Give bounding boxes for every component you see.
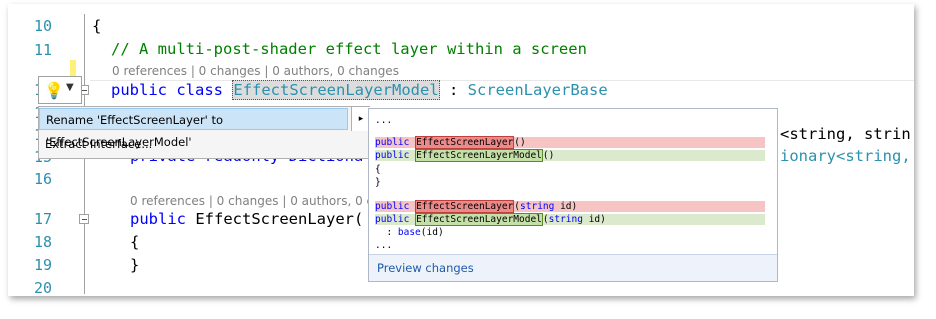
line-number: 16 <box>33 170 52 188</box>
code-fragment: ionary<string, <box>780 147 911 165</box>
code-fragment: <string, strin <box>780 125 911 143</box>
code-line: { <box>130 233 140 251</box>
preview-old-name: EffectScreenLayer <box>415 200 515 213</box>
preview-keyword: string <box>548 214 583 225</box>
preview-ellipsis: ... <box>375 240 393 251</box>
line-number: 20 <box>33 279 52 296</box>
keyword: class <box>176 81 224 99</box>
preview-base-args: (id) <box>420 227 444 238</box>
preview-new-name: EffectScreenLayerModel <box>415 213 543 226</box>
code-colon: : <box>439 81 468 99</box>
code-line: } <box>130 256 140 274</box>
code-line: public EffectScreenLayer( <box>130 210 363 228</box>
preview-removed-line: public EffectScreenLayer() <box>375 136 765 149</box>
preview-footer: Preview changes <box>369 254 777 281</box>
preview-added-line: public EffectScreenLayerModel() <box>375 149 765 162</box>
preview-removed-line: public EffectScreenLayer(string id) <box>375 200 765 213</box>
preview-ellipsis: ... <box>375 115 393 126</box>
preview-parens: () <box>514 137 526 148</box>
code-editor: 10 11 12 13 14 15 16 17 18 19 20 { // A … <box>8 4 914 296</box>
preview-keyword: base <box>397 227 421 238</box>
code-comment: // A multi-post-shader effect layer with… <box>111 40 587 58</box>
preview-keyword: public <box>375 214 410 225</box>
code-line: public class EffectScreenLayerModel : Sc… <box>111 80 608 100</box>
preview-panel: ... public EffectScreenLayer() public Ef… <box>368 108 778 282</box>
line-number: 19 <box>33 256 52 274</box>
codelens-info[interactable]: 0 references | 0 changes | 0 authors, 0 … <box>112 64 399 78</box>
preview-line: { <box>375 164 381 175</box>
keyword: public <box>111 81 167 99</box>
preview-keyword: public <box>375 137 410 148</box>
chevron-down-icon: ▼ <box>66 82 74 93</box>
base-type: ScreenLayerBase <box>467 81 608 99</box>
preview-parens: () <box>542 150 555 161</box>
preview-changes-link[interactable]: Preview changes <box>377 261 474 275</box>
preview-line: } <box>375 177 381 188</box>
preview-keyword: public <box>375 201 410 212</box>
preview-base-prefix: : <box>375 227 398 238</box>
preview-old-name: EffectScreenLayer <box>415 136 515 149</box>
code-line: { <box>92 17 102 35</box>
preview-added-line: public EffectScreenLayerModel(string id) <box>375 213 765 226</box>
quick-actions-button[interactable]: 💡 ▼ <box>38 76 82 104</box>
collapse-toggle[interactable] <box>79 214 89 224</box>
preview-args: id) <box>554 201 578 212</box>
renamed-identifier[interactable]: EffectScreenLayerModel <box>232 80 440 100</box>
line-number: 11 <box>33 41 52 59</box>
quick-actions-menu: Rename 'EffectScreenLayer' to 'EffectScr… <box>38 106 370 159</box>
line-number: 10 <box>33 17 52 35</box>
preview-new-name: EffectScreenLayerModel <box>415 149 543 162</box>
preview-keyword: public <box>375 150 410 161</box>
lightbulb-icon: 💡 <box>44 81 64 100</box>
preview-line: : base(id) <box>375 227 444 238</box>
menu-item-rename[interactable]: Rename 'EffectScreenLayer' to 'EffectScr… <box>39 108 348 149</box>
line-number: 17 <box>33 210 52 228</box>
constructor-name: EffectScreenLayer( <box>195 210 364 228</box>
line-number: 18 <box>33 233 52 251</box>
keyword: public <box>130 210 186 228</box>
preview-keyword: string <box>520 201 555 212</box>
menu-item-extract-interface[interactable]: Extract Interface... <box>39 133 152 155</box>
preview-args: id) <box>582 214 606 225</box>
